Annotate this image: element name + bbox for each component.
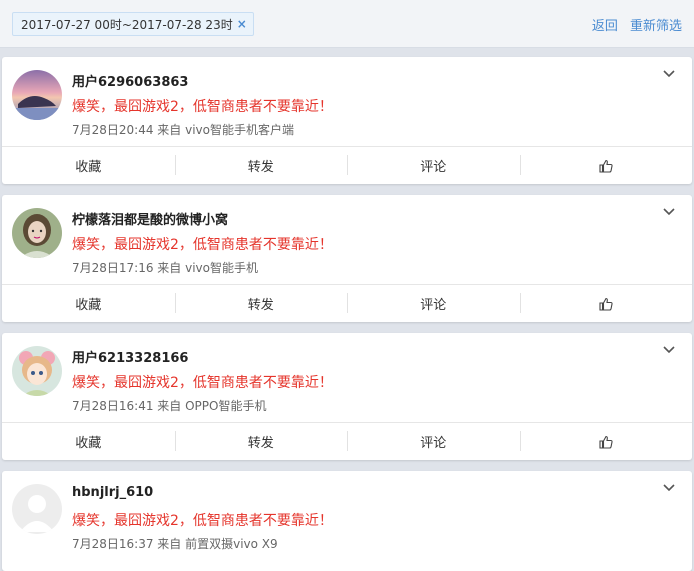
back-link[interactable]: 返回 xyxy=(592,19,618,34)
comment-button[interactable]: 评论 xyxy=(347,285,520,322)
repost-button[interactable]: 转发 xyxy=(174,285,348,322)
comment-button[interactable]: 评论 xyxy=(347,147,520,184)
filter-actions: 返回 重新筛选 xyxy=(584,15,682,34)
date-range-tag: 2017-07-27 00时~2017-07-28 23时 × xyxy=(12,12,254,36)
remove-tag-icon[interactable]: × xyxy=(237,17,247,31)
post-content[interactable]: 爆笑，最囧游戏2，低智商患者不要靠近！ xyxy=(72,372,333,392)
repost-label: 转发 xyxy=(247,298,274,313)
like-button[interactable] xyxy=(519,423,693,460)
collect-button[interactable]: 收藏 xyxy=(2,423,175,460)
chevron-down-icon[interactable] xyxy=(662,205,676,219)
comment-button[interactable]: 评论 xyxy=(347,423,520,460)
post-card: hbnjlrj_610 爆笑，最囧游戏2，低智商患者不要靠近！ 7月28日16:… xyxy=(2,471,692,571)
refilter-link[interactable]: 重新筛选 xyxy=(630,19,682,34)
collect-button[interactable]: 收藏 xyxy=(2,147,175,184)
filter-bar: 2017-07-27 00时~2017-07-28 23时 × 返回 重新筛选 xyxy=(0,0,694,48)
action-bar: 收藏 转发 评论 xyxy=(2,422,692,460)
collect-label: 收藏 xyxy=(75,436,102,451)
comment-label: 评论 xyxy=(420,298,447,313)
comment-label: 评论 xyxy=(420,160,447,175)
username[interactable]: hbnjlrj_610 xyxy=(72,485,153,500)
action-bar: 收藏 转发 评论 xyxy=(2,146,692,184)
username[interactable]: 柠檬落泪都是酸的微博小窝 xyxy=(72,209,228,228)
collect-button[interactable]: 收藏 xyxy=(2,285,175,322)
post-content[interactable]: 爆笑，最囧游戏2，低智商患者不要靠近！ xyxy=(72,510,333,530)
collect-label: 收藏 xyxy=(75,298,102,313)
username[interactable]: 用户6296063863 xyxy=(72,71,188,90)
default-avatar[interactable] xyxy=(12,484,62,534)
thumbs-up-icon xyxy=(599,297,613,311)
post-card: 用户6296063863 爆笑，最囧游戏2，低智商患者不要靠近！ 7月28日20… xyxy=(2,57,692,184)
post-card: 柠檬落泪都是酸的微博小窝 爆笑，最囧游戏2，低智商患者不要靠近！ 7月28日17… xyxy=(2,195,692,322)
post-meta: 7月28日20:44 来自 vivo智能手机客户端 xyxy=(72,123,294,137)
chevron-down-icon[interactable] xyxy=(662,481,676,495)
repost-label: 转发 xyxy=(247,436,274,451)
post-content[interactable]: 爆笑，最囧游戏2，低智商患者不要靠近！ xyxy=(72,96,333,116)
girl-photo-avatar[interactable] xyxy=(12,208,62,258)
anime-girl-avatar[interactable] xyxy=(12,346,62,396)
like-button[interactable] xyxy=(519,285,693,322)
post-meta: 7月28日16:37 来自 前置双摄vivo X9 xyxy=(72,537,278,551)
thumbs-up-icon xyxy=(599,159,613,173)
date-range-label: 2017-07-27 00时~2017-07-28 23时 xyxy=(21,17,233,32)
like-button[interactable] xyxy=(519,147,693,184)
sunset-boat-avatar[interactable] xyxy=(12,70,62,120)
post-content[interactable]: 爆笑，最囧游戏2，低智商患者不要靠近！ xyxy=(72,234,333,254)
collect-label: 收藏 xyxy=(75,160,102,175)
repost-button[interactable]: 转发 xyxy=(174,423,348,460)
chevron-down-icon[interactable] xyxy=(662,343,676,357)
username[interactable]: 用户6213328166 xyxy=(72,347,188,366)
post-card: 用户6213328166 爆笑，最囧游戏2，低智商患者不要靠近！ 7月28日16… xyxy=(2,333,692,460)
chevron-down-icon[interactable] xyxy=(662,67,676,81)
post-meta: 7月28日16:41 来自 OPPO智能手机 xyxy=(72,399,267,413)
action-bar: 收藏 转发 评论 xyxy=(2,284,692,322)
repost-button[interactable]: 转发 xyxy=(174,147,348,184)
post-meta: 7月28日17:16 来自 vivo智能手机 xyxy=(72,261,258,275)
repost-label: 转发 xyxy=(247,160,274,175)
thumbs-up-icon xyxy=(599,435,613,449)
comment-label: 评论 xyxy=(420,436,447,451)
